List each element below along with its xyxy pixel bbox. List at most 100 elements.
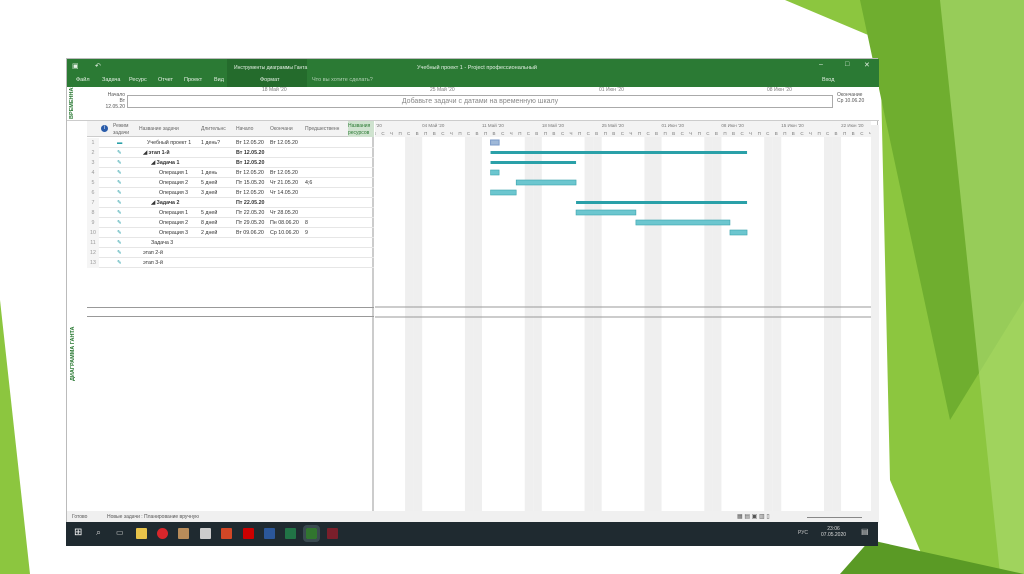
task-duration[interactable] [201, 258, 235, 268]
table-row[interactable]: 1 ▬ Учебный проект 11 день? Вт 12.05.20 Вт 1… [87, 138, 374, 148]
task-predecessors[interactable] [305, 258, 347, 268]
task-finish[interactable]: Ср 10.06.20 [270, 228, 305, 238]
table-row[interactable]: 6 ✎ Операция 33 дней Вт 12.05.20 Чт 14.05.20 [87, 188, 374, 198]
task-finish[interactable] [270, 258, 305, 268]
task-finish[interactable]: Чт 14.05.20 [270, 188, 305, 198]
task-start[interactable]: Пт 22.05.20 [236, 208, 270, 218]
task-start[interactable]: Пт 22.05.20 [236, 198, 270, 208]
row-number[interactable]: 1 [87, 138, 99, 148]
task-predecessors[interactable] [305, 168, 347, 178]
task-start[interactable]: Вт 12.05.20 [236, 148, 270, 158]
task-predecessors[interactable] [305, 208, 347, 218]
task-resources[interactable] [348, 138, 374, 148]
vertical-scrollbar[interactable] [871, 125, 879, 511]
column-header-resources[interactable]: Названия ресурсов [348, 121, 374, 137]
task-resources[interactable] [348, 228, 374, 238]
task-duration[interactable]: 3 дней [201, 188, 235, 198]
column-header-predecessors[interactable]: Предшественн [305, 121, 347, 137]
file-explorer-icon[interactable] [136, 528, 147, 539]
task-resources[interactable] [348, 148, 374, 158]
table-row[interactable]: 13 ✎ этап 3-й [87, 258, 374, 268]
table-row[interactable]: 10 ✎ Операция 32 дней Вт 09.06.20 Ср 10.06.2… [87, 228, 374, 238]
task-start[interactable]: Вт 12.05.20 [236, 138, 270, 148]
tell-me-search[interactable]: Что вы хотите сделать? [312, 77, 373, 83]
column-header-start[interactable]: Начало [236, 121, 270, 137]
video-icon[interactable] [327, 528, 338, 539]
powerpoint-icon[interactable] [221, 528, 232, 539]
task-start[interactable] [236, 258, 270, 268]
tab-report[interactable]: Отчет [158, 77, 173, 83]
timeline-bar[interactable]: Добавьте задачи с датами на временную шк… [127, 95, 833, 108]
project-icon[interactable] [303, 525, 320, 542]
tab-resource[interactable]: Ресурс [129, 77, 147, 83]
task-resources[interactable] [348, 158, 374, 168]
task-resources[interactable] [348, 188, 374, 198]
task-resources[interactable] [348, 208, 374, 218]
row-number[interactable]: 5 [87, 178, 99, 188]
task-name[interactable]: этап 2-й [143, 248, 205, 258]
task-name[interactable]: Учебный проект 1 [147, 138, 209, 148]
task-finish[interactable] [270, 158, 305, 168]
row-number[interactable]: 8 [87, 208, 99, 218]
table-row[interactable]: 8 ✎ Операция 15 дней Пт 22.05.20 Чт 28.05.20 [87, 208, 374, 218]
task-name[interactable]: ◢ этап 1-й [143, 148, 205, 158]
row-number[interactable]: 2 [87, 148, 99, 158]
language-indicator[interactable]: РУС [798, 530, 808, 536]
calculator-icon[interactable] [200, 528, 211, 539]
task-finish[interactable] [270, 198, 305, 208]
task-resources[interactable] [348, 218, 374, 228]
task-duration[interactable]: 8 дней [201, 218, 235, 228]
row-number[interactable]: 7 [87, 198, 99, 208]
table-row[interactable]: 12 ✎ этап 2-й [87, 248, 374, 258]
task-predecessors[interactable]: 8 [305, 218, 347, 228]
task-start[interactable]: Вт 09.06.20 [236, 228, 270, 238]
task-predecessors[interactable] [305, 198, 347, 208]
task-predecessors[interactable] [305, 158, 347, 168]
task-start[interactable] [236, 248, 270, 258]
task-finish[interactable]: Чт 21.05.20 [270, 178, 305, 188]
task-duration[interactable] [201, 198, 235, 208]
table-row[interactable]: 3 ✎ ◢ Задача 1 Вт 12.05.20 [87, 158, 374, 168]
task-finish[interactable]: Чт 28.05.20 [270, 208, 305, 218]
task-predecessors[interactable] [305, 188, 347, 198]
clock[interactable]: 23:06 07.05.2020 [821, 526, 846, 538]
acrobat-icon[interactable] [243, 528, 254, 539]
opera-icon[interactable] [157, 528, 168, 539]
task-duration[interactable] [201, 238, 235, 248]
zoom-slider[interactable] [807, 517, 862, 518]
column-header-mode[interactable]: Режим задачи [113, 121, 137, 137]
task-duration[interactable] [201, 148, 235, 158]
task-view-icon[interactable]: ▭ [116, 528, 124, 537]
task-start[interactable]: Вт 12.05.20 [236, 158, 270, 168]
task-resources[interactable] [348, 198, 374, 208]
table-row[interactable]: 11 ✎ Задача 3 [87, 238, 374, 248]
save-icon[interactable]: ▣ [72, 62, 79, 70]
task-resources[interactable] [348, 258, 374, 268]
task-name[interactable]: этап 3-й [143, 258, 205, 268]
word-icon[interactable] [264, 528, 275, 539]
minimize-button[interactable]: – [819, 61, 823, 68]
task-duration[interactable]: 1 день [201, 168, 235, 178]
tab-view[interactable]: Вид [214, 77, 224, 83]
tab-file[interactable]: Файл [76, 77, 90, 83]
table-row[interactable]: 5 ✎ Операция 25 дней Пт 15.05.20 Чт 21.05.20… [87, 178, 374, 188]
task-duration[interactable] [201, 158, 235, 168]
task-predecessors[interactable] [305, 248, 347, 258]
search-icon[interactable]: ⌕ [96, 527, 101, 538]
column-header-name[interactable]: Название задачи [139, 121, 199, 137]
undo-icon[interactable]: ↶ [95, 62, 101, 70]
task-finish[interactable]: Вт 12.05.20 [270, 168, 305, 178]
task-finish[interactable]: Вт 12.05.20 [270, 138, 305, 148]
task-duration[interactable]: 1 день? [201, 138, 235, 148]
close-button[interactable]: ✕ [864, 61, 870, 69]
task-predecessors[interactable]: 4;6 [305, 178, 347, 188]
maximize-button[interactable]: □ [845, 61, 849, 68]
task-predecessors[interactable] [305, 238, 347, 248]
task-start[interactable] [236, 238, 270, 248]
notifications-icon[interactable]: ▤ [861, 527, 869, 536]
tab-project[interactable]: Проект [184, 77, 202, 83]
row-number[interactable]: 9 [87, 218, 99, 228]
column-header-finish[interactable]: Окончани [270, 121, 304, 137]
task-finish[interactable]: Пн 08.06.20 [270, 218, 305, 228]
task-duration[interactable]: 2 дней [201, 228, 235, 238]
